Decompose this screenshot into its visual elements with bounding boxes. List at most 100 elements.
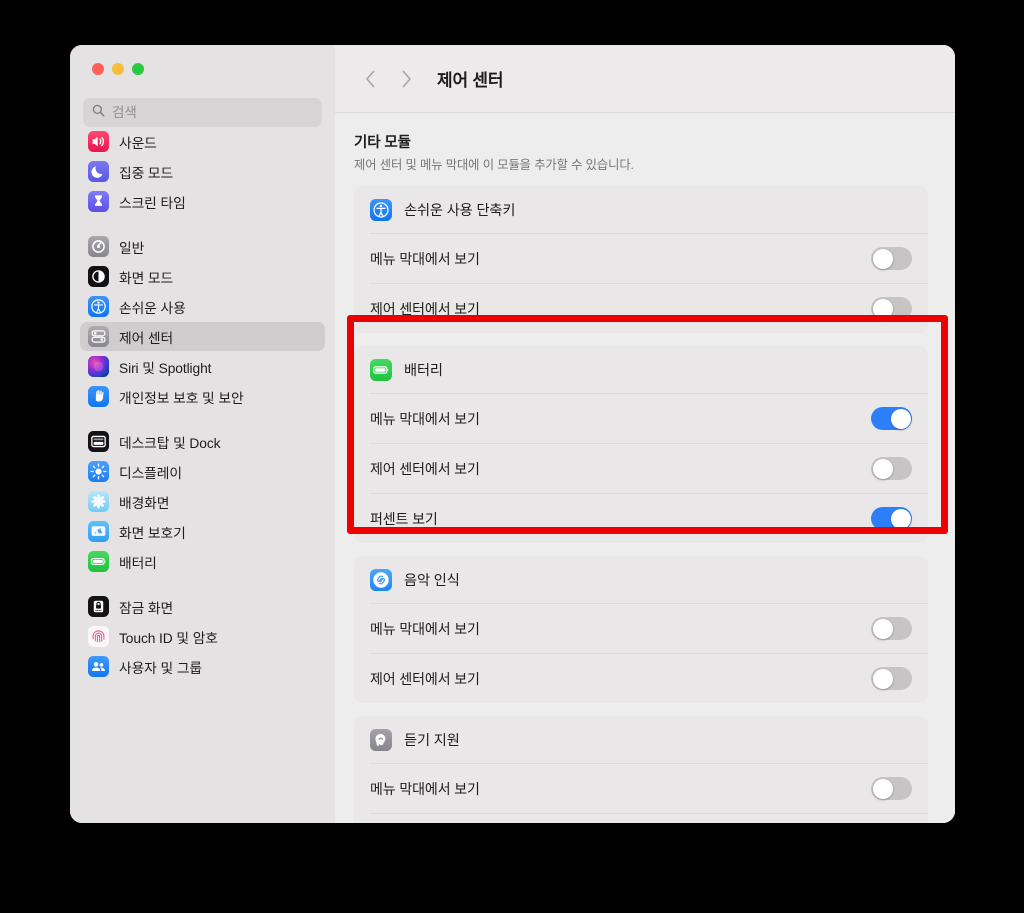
sidebar-item-화면-보호기[interactable]: 화면 보호기 — [80, 517, 325, 546]
toggle-switch[interactable] — [871, 297, 912, 320]
sidebar-item-잠금-화면[interactable]: 잠금 화면 — [80, 592, 325, 621]
toggle-switch[interactable] — [871, 667, 912, 690]
sidebar-item-Siri-및-Spotlight[interactable]: Siri 및 Spotlight — [80, 352, 325, 381]
toggle-knob — [872, 458, 893, 479]
sidebar-scroll-area[interactable]: 알림사운드집중 모드스크린 타임일반화면 모드손쉬운 사용제어 센터Siri 및… — [70, 129, 335, 823]
display-icon — [88, 461, 109, 482]
module-card-배터리: 배터리 메뉴 막대에서 보기 제어 센터에서 보기 퍼센트 보기 — [354, 346, 928, 543]
sidebar-item-label: 화면 보호기 — [119, 525, 186, 541]
module-card-header: 듣기 지원 — [354, 716, 928, 763]
screen-time-icon — [88, 191, 109, 212]
setting-label: 제어 센터에서 보기 — [370, 300, 480, 317]
back-button[interactable] — [357, 66, 383, 92]
setting-row: 메뉴 막대에서 보기 — [370, 233, 928, 283]
setting-row: 메뉴 막대에서 보기 — [370, 603, 928, 653]
toggle-switch[interactable] — [871, 507, 912, 530]
system-settings-window: 알림사운드집중 모드스크린 타임일반화면 모드손쉬운 사용제어 센터Siri 및… — [70, 45, 955, 823]
sidebar-item-데스크탑-및-Dock[interactable]: 데스크탑 및 Dock — [80, 427, 325, 456]
sidebar-item-화면-모드[interactable]: 화면 모드 — [80, 262, 325, 291]
sidebar-item-label: 데스크탑 및 Dock — [119, 435, 221, 451]
setting-row: 제어 센터에서 보기 — [370, 653, 928, 703]
toggle-switch[interactable] — [871, 777, 912, 800]
section-subtitle: 제어 센터 및 메뉴 막대에 이 모듈을 추가할 수 있습니다. — [354, 158, 634, 172]
search-input[interactable] — [112, 105, 313, 120]
sidebar-item-제어-센터[interactable]: 제어 센터 — [80, 322, 325, 351]
section-title: 기타 모듈 — [354, 135, 411, 151]
toolbar: 제어 센터 — [335, 45, 955, 113]
setting-label: 제어 센터에서 보기 — [370, 460, 480, 477]
module-title: 듣기 지원 — [404, 732, 460, 749]
main-pane: 제어 센터 기타 모듈 제어 센터 및 메뉴 막대에 이 모듈을 추가할 수 있… — [335, 45, 955, 823]
window-traffic-lights — [70, 45, 335, 92]
sidebar-item-label: 손쉬운 사용 — [119, 300, 186, 316]
sidebar-item-label: 배경화면 — [119, 495, 170, 511]
sidebar-item-label: 사용자 및 그룹 — [119, 660, 203, 676]
toggle-switch[interactable] — [871, 247, 912, 270]
setting-label: 제어 센터에서 보기 — [370, 670, 480, 687]
search-box[interactable] — [83, 98, 322, 127]
battery-icon — [88, 551, 109, 572]
module-title: 음악 인식 — [404, 572, 460, 589]
minimize-button[interactable] — [112, 62, 124, 75]
toggle-knob — [872, 248, 893, 269]
sidebar-item-스크린-타임[interactable]: 스크린 타임 — [80, 187, 325, 216]
sidebar-item-사운드[interactable]: 사운드 — [80, 129, 325, 156]
toggle-knob — [872, 778, 893, 799]
zoom-button[interactable] — [132, 62, 144, 75]
setting-label: 메뉴 막대에서 보기 — [370, 250, 480, 267]
sidebar-item-label: Touch ID 및 암호 — [119, 630, 218, 646]
sidebar-item-label: 잠금 화면 — [119, 600, 174, 616]
toggle-switch[interactable] — [871, 457, 912, 480]
setting-label: 메뉴 막대에서 보기 — [370, 620, 480, 637]
sidebar-item-label: 화면 모드 — [119, 270, 174, 286]
settings-content: 기타 모듈 제어 센터 및 메뉴 막대에 이 모듈을 추가할 수 있습니다. 손… — [335, 113, 955, 823]
setting-label: 퍼센트 보기 — [370, 510, 438, 527]
sidebar-item-Touch-ID-및-암호[interactable]: Touch ID 및 암호 — [80, 622, 325, 651]
sidebar-item-label: Siri 및 Spotlight — [119, 360, 212, 376]
sidebar: 알림사운드집중 모드스크린 타임일반화면 모드손쉬운 사용제어 센터Siri 및… — [70, 45, 335, 823]
privacy-icon — [88, 386, 109, 407]
toggle-knob — [872, 668, 893, 689]
sidebar-item-배터리[interactable]: 배터리 — [80, 547, 325, 576]
search-icon — [92, 104, 105, 122]
setting-row: 메뉴 막대에서 보기 — [370, 393, 928, 443]
toggle-switch[interactable] — [871, 617, 912, 640]
sidebar-item-배경화면[interactable]: 배경화면 — [80, 487, 325, 516]
sidebar-item-디스플레이[interactable]: 디스플레이 — [80, 457, 325, 486]
setting-row: 퍼센트 보기 — [370, 493, 928, 543]
general-icon — [88, 236, 109, 257]
wallpaper-icon — [88, 491, 109, 512]
setting-row: 제어 센터에서 보기 — [370, 813, 928, 823]
screen-saver-icon — [88, 521, 109, 542]
focus-icon — [88, 161, 109, 182]
module-card-음악-인식: 음악 인식메뉴 막대에서 보기제어 센터에서 보기 — [354, 556, 928, 703]
accessibility-icon — [88, 296, 109, 317]
sidebar-item-손쉬운-사용[interactable]: 손쉬운 사용 — [80, 292, 325, 321]
setting-row: 제어 센터에서 보기 — [370, 283, 928, 333]
sidebar-item-label: 제어 센터 — [119, 330, 174, 346]
close-button[interactable] — [92, 62, 104, 75]
hearing-icon — [370, 728, 392, 751]
page-title: 제어 센터 — [437, 71, 504, 90]
module-card-header: 음악 인식 — [354, 556, 928, 603]
accessibility-icon — [370, 198, 392, 221]
toggle-switch[interactable] — [871, 407, 912, 430]
sidebar-item-label: 배터리 — [119, 555, 157, 571]
users-groups-icon — [88, 656, 109, 677]
sidebar-item-label: 집중 모드 — [119, 165, 174, 181]
touch-id-icon — [88, 626, 109, 647]
desktop-dock-icon — [88, 431, 109, 452]
battery-icon — [370, 358, 392, 381]
sidebar-item-label: 개인정보 보호 및 보안 — [119, 390, 244, 406]
setting-label: 메뉴 막대에서 보기 — [370, 780, 480, 797]
sidebar-item-개인정보-보호-및-보안[interactable]: 개인정보 보호 및 보안 — [80, 382, 325, 411]
toggle-knob — [890, 508, 911, 529]
sidebar-item-일반[interactable]: 일반 — [80, 232, 325, 261]
sidebar-item-사용자-및-그룹[interactable]: 사용자 및 그룹 — [80, 652, 325, 681]
forward-button[interactable] — [393, 66, 419, 92]
sidebar-item-집중-모드[interactable]: 집중 모드 — [80, 157, 325, 186]
sidebar-item-label: 일반 — [119, 240, 145, 256]
